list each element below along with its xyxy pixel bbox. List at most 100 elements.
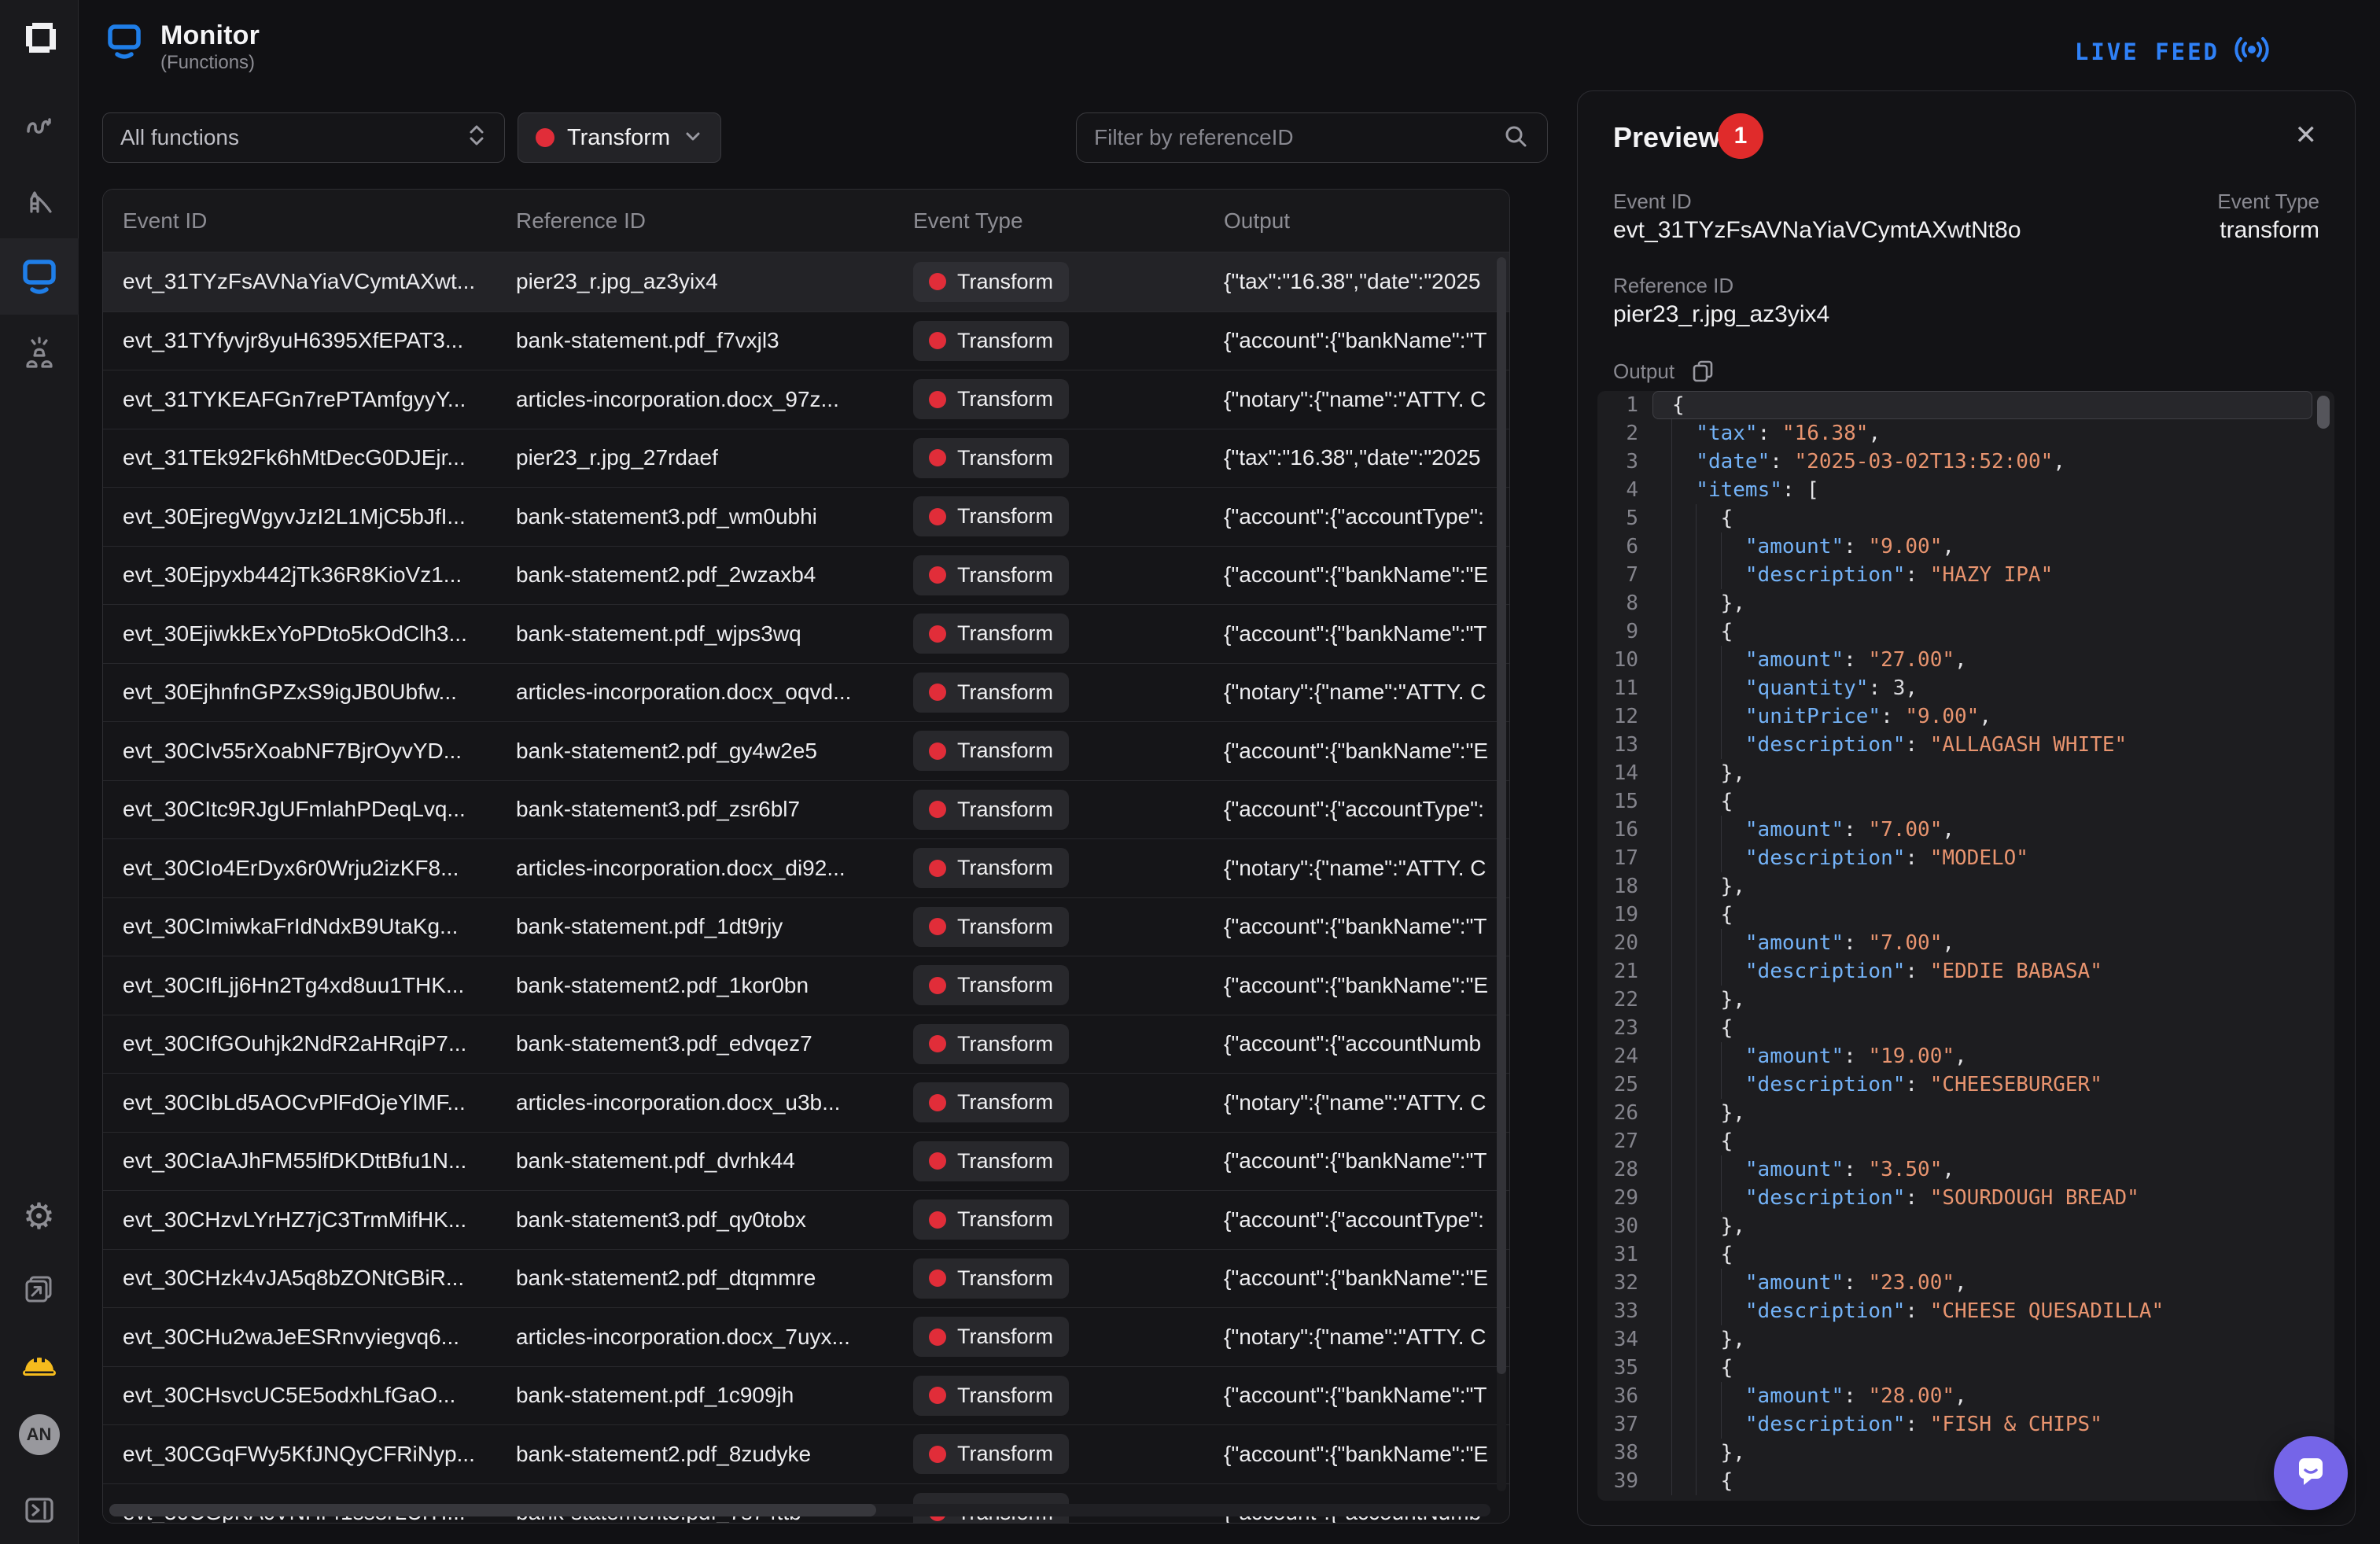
event-type-label: Transform xyxy=(957,387,1053,411)
siren-icon xyxy=(21,337,57,373)
table-row[interactable]: evt_30CHzvLYrHZ7jC3TrmMifHK... bank-stat… xyxy=(103,1190,1509,1249)
line-content: "items": [ xyxy=(1652,476,2312,504)
sidebar-item-builder[interactable] xyxy=(17,1342,61,1386)
collapse-panel-icon xyxy=(21,1492,57,1528)
table-row[interactable]: evt_30CIfLjj6Hn2Tg4xd8uu1THK... bank-sta… xyxy=(103,956,1509,1015)
line-number: 19 xyxy=(1597,901,1652,929)
line-number: 3 xyxy=(1597,448,1652,476)
line-number: 38 xyxy=(1597,1439,1652,1467)
table-row[interactable]: evt_30CIaAJhFM55lfDKDttBfu1N... bank-sta… xyxy=(103,1132,1509,1191)
table-vertical-scrollbar[interactable] xyxy=(1497,257,1506,1374)
code-line: 13 "description": "ALLAGASH WHITE" xyxy=(1597,731,2334,759)
table-row[interactable]: evt_30CIbLd5AOCvPlFdOjeYlMF... articles-… xyxy=(103,1073,1509,1132)
code-vertical-scrollbar[interactable] xyxy=(2317,396,2330,429)
event-type-cell: Transform xyxy=(913,438,1224,478)
code-line: 33 "description": "CHEESE QUESADILLA" xyxy=(1597,1297,2334,1325)
output-cell: {"account":{"accountType": xyxy=(1224,504,1509,529)
line-number: 34 xyxy=(1597,1325,1652,1354)
event-type-label: Transform xyxy=(957,504,1053,529)
code-line: 8 }, xyxy=(1597,589,2334,617)
event-type-badge: Transform xyxy=(913,907,1069,947)
code-line: 4 "items": [ xyxy=(1597,476,2334,504)
event-type-filter[interactable]: Transform xyxy=(518,112,721,163)
table-row[interactable]: evt_31TYKEAFGn7rePTAmfgyyY... articles-i… xyxy=(103,370,1509,429)
table-row[interactable]: evt_31TYfyvjr8yuH6395XfEPAT3... bank-sta… xyxy=(103,311,1509,370)
reference-id-cell: bank-statement.pdf_1dt9rjy xyxy=(516,914,913,939)
close-icon[interactable]: ✕ xyxy=(2295,120,2318,151)
table-row[interactable]: evt_30CHzk4vJA5q8bZONtGBiR... bank-state… xyxy=(103,1249,1509,1308)
transform-status-dot xyxy=(929,1387,946,1404)
table-row[interactable]: evt_30CHu2waJeESRnvyiegvq6... articles-i… xyxy=(103,1307,1509,1366)
output-code-viewer[interactable]: 1 { 2 "tax": "16.38", 3 "date": "2025-03… xyxy=(1597,391,2334,1501)
transform-status-dot xyxy=(929,918,946,935)
sidebar-item-monitor[interactable] xyxy=(17,253,61,297)
line-content: { xyxy=(1652,391,2312,419)
table-row[interactable]: evt_30EjregWgyvJzI2L1MjC5bJfI... bank-st… xyxy=(103,487,1509,546)
reference-id-cell: pier23_r.jpg_27rdaef xyxy=(516,445,913,470)
code-line: 21 "description": "EDDIE BABASA" xyxy=(1597,957,2334,986)
table-row[interactable]: evt_30EjiwkkExYoPDto5kOdClh3... bank-sta… xyxy=(103,604,1509,663)
line-number: 35 xyxy=(1597,1354,1652,1382)
line-number: 2 xyxy=(1597,419,1652,448)
code-line: 39 { xyxy=(1597,1467,2334,1495)
table-row[interactable]: evt_30CHsvcUC5E5odxhLfGaO... bank-statem… xyxy=(103,1366,1509,1425)
app-logo[interactable] xyxy=(17,14,61,58)
event-type-badge: Transform xyxy=(913,731,1069,771)
line-content: "tax": "16.38", xyxy=(1652,419,2312,448)
line-number: 22 xyxy=(1597,986,1652,1014)
event-id-cell: evt_30CGqFWy5KfJNQyCFRiNyp... xyxy=(123,1442,516,1467)
event-type-label: Transform xyxy=(957,1090,1053,1115)
table-row[interactable]: evt_30CIfGOuhjk2NdR2aHRqiP7... bank-stat… xyxy=(103,1015,1509,1074)
live-feed-label: LIVE FEED xyxy=(2075,39,2220,65)
line-number: 26 xyxy=(1597,1099,1652,1127)
reference-id-cell: bank-statement2.pdf_dtqmmre xyxy=(516,1266,913,1291)
table-row[interactable]: evt_30CGqFWy5KfJNQyCFRiNyp... bank-state… xyxy=(103,1424,1509,1483)
event-type-cell: Transform xyxy=(913,321,1224,361)
event-type-badge: Transform xyxy=(913,262,1069,302)
event-type-cell: Transform xyxy=(913,1024,1224,1064)
line-content: "amount": "9.00", xyxy=(1652,532,2312,561)
chevron-down-icon xyxy=(683,126,703,150)
output-cell: {"account":{"accountType": xyxy=(1224,1207,1509,1233)
table-row[interactable]: evt_30CImiwkaFrIdNdxB9UtaKg... bank-stat… xyxy=(103,897,1509,956)
table-row[interactable]: evt_30CIv55rXoabNF7BjrOyvYD... bank-stat… xyxy=(103,721,1509,780)
table-row[interactable]: evt_31TEk92Fk6hMtDecG0DJEjr... pier23_r.… xyxy=(103,429,1509,488)
line-number: 4 xyxy=(1597,476,1652,504)
code-line: 3 "date": "2025-03-02T13:52:00", xyxy=(1597,448,2334,476)
table-row[interactable]: evt_30CItc9RJgUFmlahPDeqLvq... bank-stat… xyxy=(103,780,1509,839)
updown-chevron-icon xyxy=(466,122,487,154)
copy-button[interactable] xyxy=(1690,359,1715,384)
table-row[interactable]: evt_30EjhnfnGPZxS9igJB0Ubfw... articles-… xyxy=(103,663,1509,722)
sidebar-item-workflows[interactable] xyxy=(17,333,61,377)
live-feed-toggle[interactable]: LIVE FEED xyxy=(2075,31,2270,72)
chat-launcher-button[interactable] xyxy=(2274,1436,2348,1510)
line-content: "amount": "3.50", xyxy=(1652,1155,2312,1184)
reference-id-cell: bank-statement2.pdf_1kor0bn xyxy=(516,973,913,998)
sidebar-user-avatar[interactable]: AN xyxy=(17,1413,61,1457)
event-type-label: Transform xyxy=(957,446,1053,470)
sidebar-item-playground[interactable] xyxy=(17,179,61,223)
sidebar-item-export[interactable] xyxy=(17,1268,61,1312)
line-number: 1 xyxy=(1597,391,1652,419)
table-row[interactable]: evt_30CIo4ErDyx6r0Wrju2izKF8... articles… xyxy=(103,838,1509,897)
sidebar-item-collapse[interactable] xyxy=(17,1488,61,1532)
event-type-cell: Transform xyxy=(913,555,1224,595)
table-row[interactable]: evt_31TYzFsAVNaYiaVCymtAXwt... pier23_r.… xyxy=(103,252,1509,311)
table-horizontal-scrollbar[interactable] xyxy=(109,1504,876,1516)
sidebar-item-activity[interactable] xyxy=(17,105,61,149)
line-content: { xyxy=(1652,1240,2312,1269)
line-content: }, xyxy=(1652,872,2312,901)
reference-id-label: Reference ID xyxy=(1613,274,1733,298)
line-content: }, xyxy=(1652,986,2312,1014)
functions-filter-select[interactable]: All functions xyxy=(102,112,505,163)
reference-id-cell: articles-incorporation.docx_u3b... xyxy=(516,1090,913,1115)
line-content: "description": "MODELO" xyxy=(1652,844,2312,872)
code-line: 23 { xyxy=(1597,1014,2334,1042)
table-row[interactable]: evt_30Ejpyxb442jTk36R8KioVz1... bank-sta… xyxy=(103,546,1509,605)
event-type-badge: Transform xyxy=(913,1258,1069,1299)
code-line: 12 "unitPrice": "9.00", xyxy=(1597,702,2334,731)
search-icon xyxy=(1501,122,1530,154)
reference-id-cell: articles-incorporation.docx_7uyx... xyxy=(516,1325,913,1350)
search-input[interactable] xyxy=(1094,125,1501,150)
sidebar-item-settings[interactable]: ⚙ xyxy=(17,1194,61,1238)
